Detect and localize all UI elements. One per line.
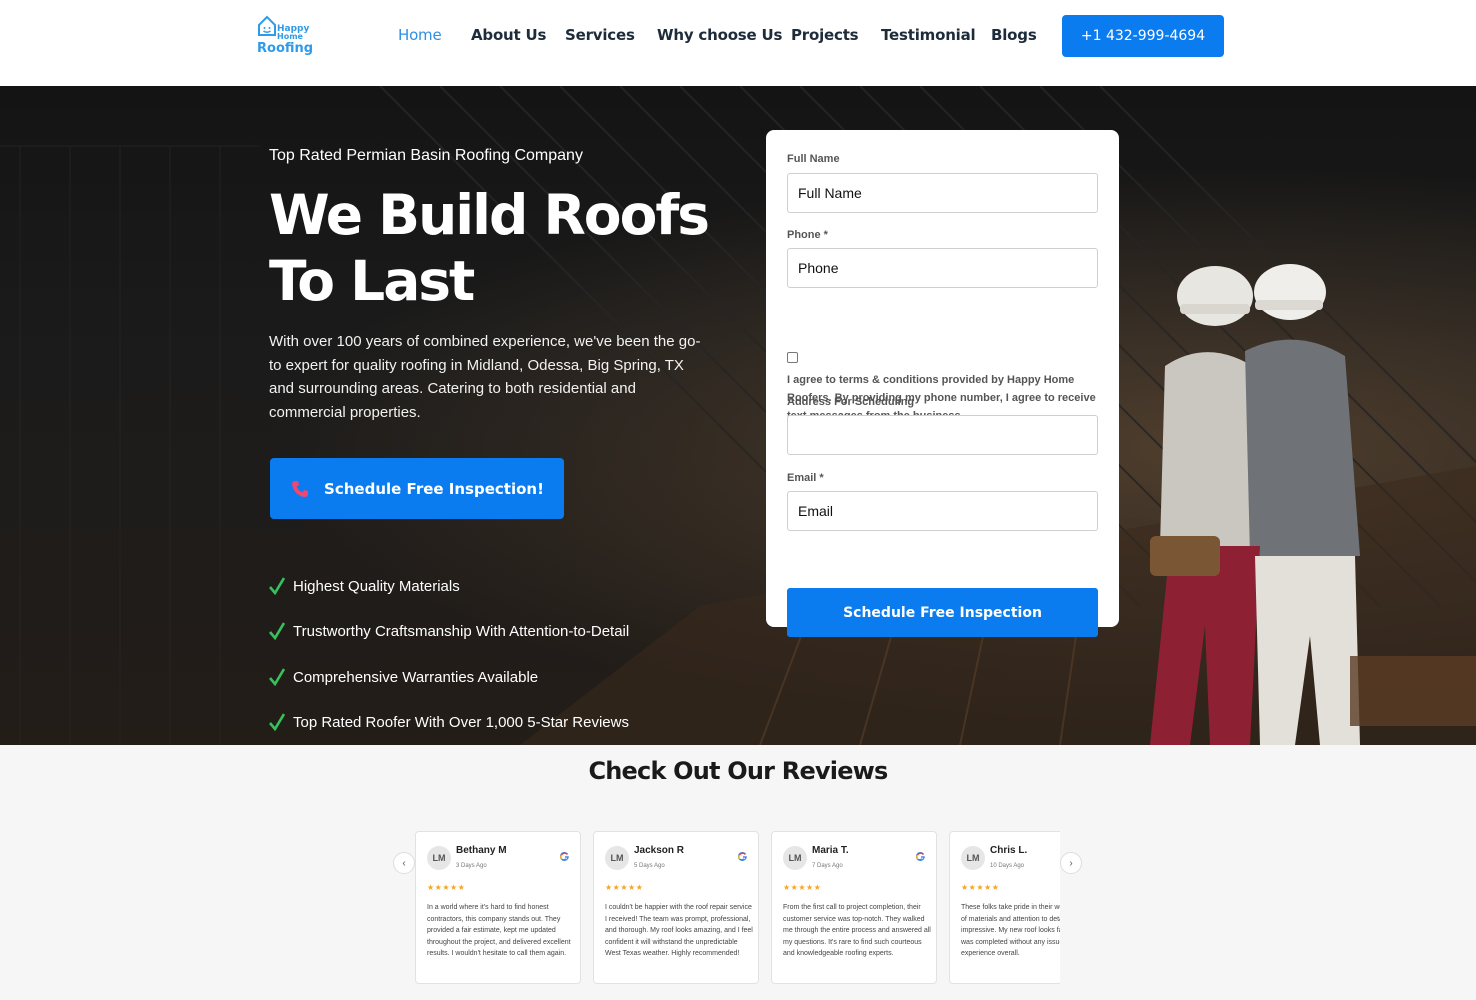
avatar: LM bbox=[605, 846, 629, 870]
star-rating: ★★★★★ bbox=[783, 883, 822, 892]
nav-home[interactable]: Home bbox=[398, 26, 442, 44]
review-date: 5 Days Ago bbox=[634, 863, 665, 869]
reviewer-name: Chris L. bbox=[990, 845, 1028, 856]
avatar: LM bbox=[961, 846, 985, 870]
nav-testimonial[interactable]: Testimonial bbox=[881, 26, 976, 44]
check-icon bbox=[269, 668, 285, 686]
feature-item: Top Rated Roofer With Over 1,000 5-Star … bbox=[269, 710, 629, 734]
carousel-prev-button[interactable]: ‹ bbox=[393, 852, 415, 874]
avatar: LM bbox=[783, 846, 807, 870]
address-input[interactable] bbox=[787, 415, 1098, 455]
nav-blogs[interactable]: Blogs bbox=[991, 26, 1037, 44]
review-text: I couldn't be happier with the roof repa… bbox=[605, 904, 753, 958]
hero-description: With over 100 years of combined experien… bbox=[269, 333, 701, 421]
feature-text: Comprehensive Warranties Available bbox=[293, 668, 539, 686]
email-label: Email * bbox=[787, 472, 824, 484]
phone-label: Phone * bbox=[787, 229, 828, 241]
google-icon bbox=[560, 852, 569, 862]
feature-item: Trustworthy Craftsmanship With Attention… bbox=[269, 619, 629, 643]
review-card: LM Jackson R 5 Days Ago ★★★★★ I couldn't… bbox=[593, 831, 759, 984]
google-icon bbox=[738, 852, 747, 862]
reviews-title: Check Out Our Reviews bbox=[588, 757, 888, 785]
feature-text: Trustworthy Craftsmanship With Attention… bbox=[293, 622, 630, 640]
nav-projects[interactable]: Projects bbox=[791, 26, 859, 44]
consent-checkbox[interactable] bbox=[787, 352, 798, 363]
feature-item: Highest Quality Materials bbox=[269, 574, 460, 598]
review-date: 3 Days Ago bbox=[456, 863, 487, 869]
full-name-input[interactable] bbox=[787, 173, 1098, 213]
schedule-inspection-cta-button[interactable]: Schedule Free Inspection! bbox=[270, 458, 564, 519]
inspection-form: Full Name Phone * I agree to terms & con… bbox=[766, 130, 1119, 637]
site-header: Happy Home Roofing Home About Us Service… bbox=[0, 0, 1476, 86]
feature-text: Highest Quality Materials bbox=[293, 577, 460, 595]
nav-why-choose-us[interactable]: Why choose Us bbox=[657, 26, 782, 44]
review-text: From the first call to project completio… bbox=[783, 904, 931, 958]
phone-input[interactable] bbox=[787, 248, 1098, 288]
reviewer-name: Bethany M bbox=[456, 845, 507, 856]
hero-headline: We Build Roofs To Last bbox=[269, 182, 710, 314]
star-rating: ★★★★★ bbox=[605, 883, 644, 892]
review-text: In a world where it's hard to find hones… bbox=[427, 904, 571, 958]
check-icon bbox=[269, 713, 285, 731]
hero-eyebrow: Top Rated Permian Basin Roofing Company bbox=[269, 147, 583, 164]
avatar: LM bbox=[427, 846, 451, 870]
google-icon bbox=[916, 852, 925, 862]
roofers-photo bbox=[1150, 264, 1476, 745]
check-icon bbox=[269, 622, 285, 640]
hero-headline-line2: To Last bbox=[269, 249, 475, 313]
submit-button[interactable]: Schedule Free Inspection bbox=[787, 588, 1098, 637]
hero-headline-line1: We Build Roofs bbox=[269, 183, 710, 247]
nav-about-us[interactable]: About Us bbox=[471, 26, 546, 44]
phone-call-button[interactable]: +1 432-999-4694 bbox=[1062, 15, 1224, 57]
cta-label: Schedule Free Inspection! bbox=[324, 479, 544, 498]
reviewer-name: Jackson R bbox=[634, 845, 685, 856]
main-nav: Home About Us Services Why choose Us Pro… bbox=[0, 26, 1476, 46]
feature-text: Top Rated Roofer With Over 1,000 5-Star … bbox=[293, 713, 629, 731]
review-card: LM Maria T. 7 Days Ago ★★★★★ From the fi… bbox=[771, 831, 937, 984]
phone-icon bbox=[292, 480, 309, 497]
review-date: 7 Days Ago bbox=[812, 863, 843, 869]
feature-item: Comprehensive Warranties Available bbox=[269, 665, 538, 689]
review-date: 10 Days Ago bbox=[990, 863, 1025, 869]
address-label: Address For Scheduling bbox=[787, 396, 915, 408]
reviews-section: Check Out Our Reviews ‹ › LM Bethany M 3… bbox=[0, 745, 1476, 1000]
reviews-carousel: LM Bethany M 3 Days Ago ★★★★★ In a world… bbox=[415, 831, 1060, 984]
carousel-next-button[interactable]: › bbox=[1060, 852, 1082, 874]
nav-services[interactable]: Services bbox=[565, 26, 635, 44]
hero-section: Top Rated Permian Basin Roofing Company … bbox=[0, 86, 1476, 745]
reviewer-name: Maria T. bbox=[812, 845, 849, 856]
review-card: LM Chris L. 10 Days Ago ★★★★★ These folk… bbox=[949, 831, 1060, 984]
check-icon bbox=[269, 577, 285, 595]
star-rating: ★★★★★ bbox=[961, 883, 1000, 892]
star-rating: ★★★★★ bbox=[427, 883, 466, 892]
review-text: These folks take pride in their work. Th… bbox=[961, 904, 1060, 958]
full-name-label: Full Name bbox=[787, 153, 840, 165]
email-input[interactable] bbox=[787, 491, 1098, 531]
review-card: LM Bethany M 3 Days Ago ★★★★★ In a world… bbox=[415, 831, 581, 984]
